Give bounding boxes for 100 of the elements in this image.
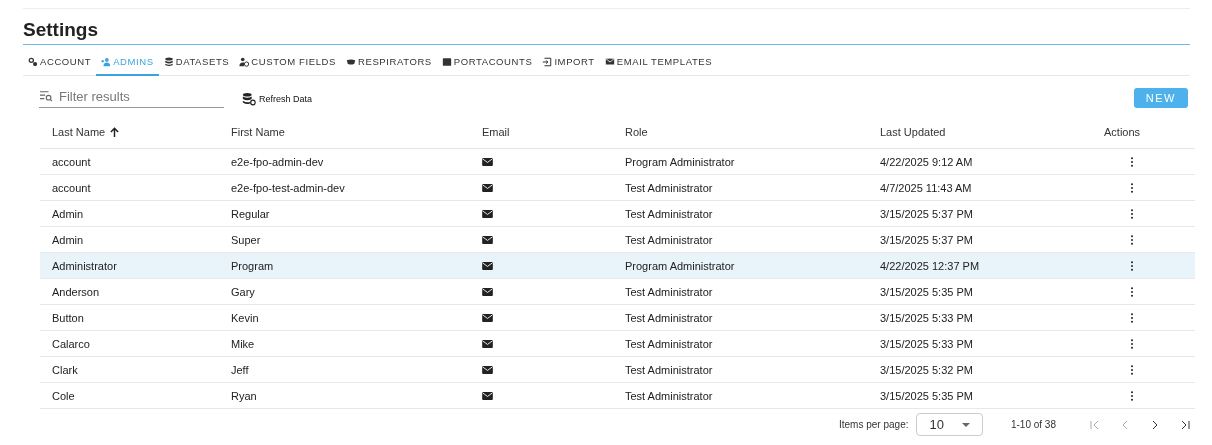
table-cell: Test Administrator xyxy=(625,337,713,350)
table-cell: Jeff xyxy=(231,363,249,376)
table-cell: 3/15/2025 5:35 PM xyxy=(880,285,973,298)
table-cell: 3/15/2025 5:37 PM xyxy=(880,233,973,246)
table-cell: Regular xyxy=(231,207,270,220)
more-options-icon[interactable] xyxy=(1130,390,1134,401)
refresh-data-button[interactable]: Refresh Data xyxy=(242,92,313,108)
envelope-icon[interactable] xyxy=(482,261,493,270)
people-icon xyxy=(101,56,112,67)
envelope-icon[interactable] xyxy=(482,209,493,218)
table-cell: Ryan xyxy=(231,389,257,402)
more-options-icon[interactable] xyxy=(1130,156,1134,167)
more-options-icon[interactable] xyxy=(1130,364,1134,375)
tab[interactable]: IMPORT xyxy=(537,51,600,76)
tab[interactable]: EMAIL TEMPLATES xyxy=(599,51,718,76)
last-page-icon[interactable] xyxy=(1180,419,1190,430)
tab[interactable]: RESPIRATORS xyxy=(341,51,437,76)
tab[interactable]: DATASETS xyxy=(158,51,235,76)
table-cell: Administrator xyxy=(52,259,117,272)
table-cell: 3/15/2025 5:37 PM xyxy=(880,207,973,220)
items-per-page-label: Items per page: xyxy=(839,419,909,430)
page-title: Settings xyxy=(23,19,1190,45)
more-options-icon[interactable] xyxy=(1130,234,1134,245)
table-cell: Test Administrator xyxy=(625,207,713,220)
table-cell: Clark xyxy=(52,363,78,376)
table-cell: Mike xyxy=(231,337,255,350)
table-cell: 4/22/2025 12:37 PM xyxy=(880,259,980,272)
table-cell: 4/7/2025 11:43 AM xyxy=(880,181,972,194)
envelope-icon[interactable] xyxy=(482,365,493,374)
page-range: 1-10 of 38 xyxy=(1010,419,1056,430)
envelope-icon xyxy=(604,56,615,67)
table-cell: Admin xyxy=(52,207,84,220)
table-cell: Program xyxy=(231,259,274,272)
envelope-icon[interactable] xyxy=(482,391,493,400)
gears-icon xyxy=(28,56,38,67)
import-icon xyxy=(542,56,553,67)
table-row[interactable]: Clark Jeff Test Administrator 3/15/2025 5:32 PM xyxy=(40,356,1195,383)
next-page-icon[interactable] xyxy=(1150,419,1160,430)
table-cell: 3/15/2025 5:32 PM xyxy=(880,363,973,376)
envelope-icon[interactable] xyxy=(482,339,493,348)
table-row[interactable]: Administrator Program Program Administrator 4/22/2025 12:37 PM xyxy=(40,252,1195,279)
database-refresh-icon xyxy=(242,92,256,106)
table-cell: 3/15/2025 5:35 PM xyxy=(880,389,973,402)
table-cell: Program Administrator xyxy=(625,155,735,168)
table-cell: Button xyxy=(52,311,84,324)
tab[interactable]: CUSTOM FIELDS xyxy=(234,51,341,76)
table-cell: Test Administrator xyxy=(625,233,713,246)
table-cell: Test Administrator xyxy=(625,389,713,402)
column-header[interactable]: Actions xyxy=(1104,126,1141,138)
more-options-icon[interactable] xyxy=(1130,260,1134,271)
filter-field[interactable]: Filter results xyxy=(59,89,224,108)
table-cell: account xyxy=(52,155,91,168)
table-row[interactable]: account e2e-fpo-test-admin-dev Test Administrator 4/7/2025 11:43 AM xyxy=(40,174,1195,201)
table-cell: Test Administrator xyxy=(625,285,713,298)
table-cell: Calarco xyxy=(52,337,90,350)
table-row[interactable]: Anderson Gary Test Administrator 3/15/2025 5:35 PM xyxy=(40,278,1195,305)
database-icon xyxy=(163,56,174,67)
table-cell: Super xyxy=(231,233,261,246)
page-size-select[interactable]: 10 xyxy=(916,413,983,436)
column-header[interactable]: First Name xyxy=(231,126,285,138)
table-cell: Test Administrator xyxy=(625,181,713,194)
table-cell: Program Administrator xyxy=(625,259,735,272)
table-cell: Kevin xyxy=(231,311,259,324)
caret-icon xyxy=(961,422,970,427)
table-row[interactable]: Button Kevin Test Administrator 3/15/2025 5:33 PM xyxy=(40,304,1195,331)
table-row[interactable]: Cole Ryan Test Administrator 3/15/2025 5:35 PM xyxy=(40,382,1195,409)
more-options-icon[interactable] xyxy=(1130,312,1134,323)
box-icon xyxy=(441,56,452,67)
tab[interactable]: ACCOUNT xyxy=(23,51,97,76)
more-options-icon[interactable] xyxy=(1130,208,1134,219)
table-row[interactable]: Admin Super Test Administrator 3/15/2025 5:37 PM xyxy=(40,226,1195,253)
table-row[interactable]: Admin Regular Test Administrator 3/15/2025 5:37 PM xyxy=(40,200,1195,227)
table-cell: 3/15/2025 5:33 PM xyxy=(880,311,973,324)
column-header[interactable]: Email xyxy=(482,126,510,138)
table-cell: Test Administrator xyxy=(625,311,713,324)
table-cell: e2e-fpo-test-admin-dev xyxy=(231,181,345,194)
table-cell: Anderson xyxy=(52,285,100,298)
envelope-icon[interactable] xyxy=(482,235,493,244)
more-options-icon[interactable] xyxy=(1130,338,1134,349)
person-clock-icon xyxy=(239,56,250,67)
column-header[interactable]: Last Updated xyxy=(880,126,946,138)
envelope-icon[interactable] xyxy=(482,287,493,296)
table-cell: Cole xyxy=(52,389,75,402)
envelope-icon[interactable] xyxy=(482,183,493,192)
table-cell: Admin xyxy=(52,233,84,246)
table-row[interactable]: Calarco Mike Test Administrator 3/15/2025 5:33 PM xyxy=(40,330,1195,357)
more-options-icon[interactable] xyxy=(1130,286,1134,297)
table-cell: 3/15/2025 5:33 PM xyxy=(880,337,973,350)
column-header[interactable]: Role xyxy=(625,126,648,138)
table-row[interactable]: account e2e-fpo-admin-dev Program Administrator 4/22/2025 9:12 AM xyxy=(40,148,1195,175)
table-cell: e2e-fpo-admin-dev xyxy=(231,155,324,168)
table-cell: Gary xyxy=(231,285,255,298)
envelope-icon[interactable] xyxy=(482,157,493,166)
column-header[interactable]: Last Name xyxy=(52,126,121,138)
more-options-icon[interactable] xyxy=(1130,182,1134,193)
table-cell: account xyxy=(52,181,91,194)
envelope-icon[interactable] xyxy=(482,313,493,322)
table-cell: 4/22/2025 9:12 AM xyxy=(880,155,973,168)
tab[interactable]: PORTACOUNTS xyxy=(436,51,538,76)
table-cell: Test Administrator xyxy=(625,363,713,376)
